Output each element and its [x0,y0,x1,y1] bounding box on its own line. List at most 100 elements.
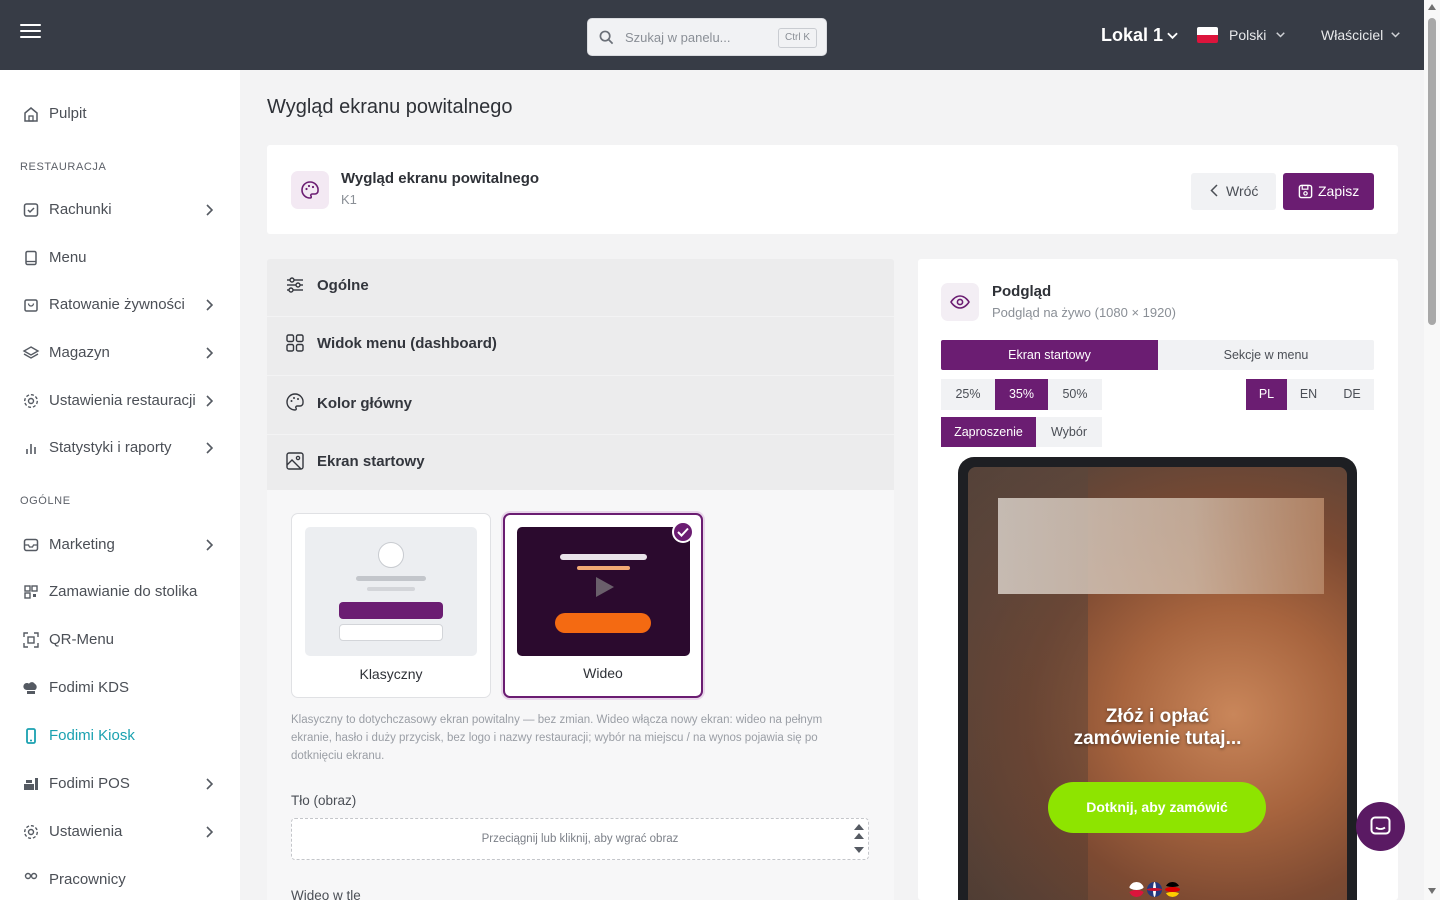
bg-image-label: Tło (obraz) [291,793,357,808]
tab-sekcje-w-menu[interactable]: Sekcje w menu [1158,340,1374,370]
kiosk-device-frame: Złóż i opłać zamówienie tutaj... Dotknij… [958,457,1357,900]
scrollbar-thumb[interactable] [1428,18,1436,325]
wideo-thumbnail [517,527,690,656]
palette-icon [301,181,319,199]
header-card-title: Wygląd ekranu powitalnego [341,170,540,187]
palette-icon [286,393,304,411]
sidebar-item-label: Rachunki [49,201,112,218]
grid-icon [286,334,304,352]
chevron-right-icon [206,395,213,407]
sidebar-item-ustawienia[interactable]: Ustawienia [0,812,240,852]
gear-icon [23,393,39,409]
save-icon [1298,184,1313,199]
layout-option-klasyczny[interactable]: Klasyczny [291,513,491,698]
poland-flag-icon[interactable] [1129,882,1144,897]
layout-option-label: Klasyczny [359,666,423,682]
sidebar-item-statystyki[interactable]: Statystyki i raporty [0,428,240,468]
chevron-down-icon [1276,32,1285,38]
users-icon [24,872,38,880]
bar-chart-icon [26,444,36,454]
lang-pl[interactable]: PL [1246,379,1287,410]
search-shortcut: Ctrl K [778,28,817,48]
sidebar-item-marketing[interactable]: Marketing [0,525,240,565]
location-selector[interactable]: Lokal 1 [1101,25,1163,46]
uk-flag-icon[interactable] [1147,882,1162,897]
section-ekran-startowy[interactable]: Ekran startowy [267,435,894,490]
section-label: Kolor główny [317,395,412,412]
sidebar-section-title: RESTAURACJA [20,161,107,173]
home-icon [24,107,38,122]
klasyczny-thumbnail [305,527,477,656]
header-card: Wygląd ekranu powitalnego K1 Wróć Zapisz [267,145,1398,234]
sidebar-item-menu[interactable]: Menu [0,238,240,278]
zoom-50[interactable]: 50% [1048,379,1102,410]
sidebar-item-pracownicy[interactable]: Pracownicy [0,860,240,900]
poland-flag-icon [1197,27,1218,43]
section-kolor-glowny[interactable]: Kolor główny [267,376,894,434]
section-widok-menu[interactable]: Widok menu (dashboard) [267,317,894,375]
sidebar-item-fodimi-kds[interactable]: Fodimi KDS [0,668,240,708]
layout-option-label: Wideo [583,665,623,681]
lang-en[interactable]: EN [1287,379,1330,410]
sidebar-item-magazyn[interactable]: Magazyn [0,333,240,373]
sliders-icon [287,277,303,293]
page-title: Wygląd ekranu powitalnego [267,96,513,118]
scroll-down-icon[interactable] [1428,888,1436,894]
chevron-right-icon [206,347,213,359]
scroll-up-icon[interactable] [1428,4,1436,10]
sidebar-item-fodimi-kiosk[interactable]: Fodimi Kiosk [0,716,240,756]
lang-de[interactable]: DE [1330,379,1374,410]
zoom-35[interactable]: 35% [995,379,1048,410]
bg-video-label: Wideo w tle [291,888,361,900]
back-button[interactable]: Wróć [1191,173,1276,210]
sidebar-item-ustawienia-restauracji[interactable]: Ustawienia restauracji [0,381,240,421]
kiosk-screen-preview[interactable]: Złóż i opłać zamówienie tutaj... Dotknij… [968,467,1347,900]
sidebar-item-zamawianie-do-stolika[interactable]: Zamawianie do stolika [0,572,240,612]
sidebar-item-qr-menu[interactable]: QR-Menu [0,620,240,660]
tab-ekran-startowy[interactable]: Ekran startowy [941,340,1158,370]
chef-hat-icon [23,682,37,694]
hamburger-menu-button[interactable] [14,20,46,48]
screen-headline: Złóż i opłać zamówienie tutaj... [1073,706,1242,749]
page-scrollbar[interactable] [1424,0,1440,900]
eye-icon [950,295,970,309]
sidebar-item-rachunki[interactable]: Rachunki [0,190,240,230]
layout-option-wideo[interactable]: Wideo [503,513,703,698]
preview-panel: Podgląd Podgląd na żywo (1080 × 1920) Ek… [918,259,1398,900]
bg-image-dropzone[interactable]: Przeciągnij lub kliknij, aby wgrać obraz [291,818,869,860]
sidebar-section-title: OGÓLNE [20,495,71,507]
germany-flag-icon[interactable] [1165,882,1180,897]
search-placeholder: Szukaj w panelu... [625,30,731,45]
mode-zaproszenie[interactable]: Zaproszenie [941,417,1036,447]
back-button-label: Wróć [1226,183,1259,199]
inbox-icon [23,538,39,552]
screen-cta-button[interactable]: Dotknij, aby zamówić [1048,782,1266,833]
kiosk-icon [26,728,36,744]
user-role-menu[interactable]: Właściciel [1321,27,1383,43]
eye-icon-box [941,283,979,321]
book-icon [25,250,37,266]
play-icon [596,577,614,597]
zoom-25[interactable]: 25% [941,379,995,410]
resize-handle-icon[interactable] [853,822,865,856]
sidebar-item-label: Magazyn [49,344,110,361]
top-bar: Szukaj w panelu... Ctrl K Lokal 1 Polski… [0,0,1424,70]
search-box[interactable]: Szukaj w panelu... Ctrl K [587,18,827,56]
sidebar-item-ratowanie-zywnosci[interactable]: Ratowanie żywności [0,285,240,325]
image-icon [286,452,304,470]
save-button[interactable]: Zapisz [1283,173,1374,210]
sidebar-item-pulpit[interactable]: Pulpit [0,94,240,134]
ekran-startowy-panel: Klasyczny Wideo Klasyczny to dotychczaso… [267,490,894,900]
language-selector[interactable]: Polski [1229,27,1266,43]
sidebar-item-fodimi-pos[interactable]: Fodimi POS [0,764,240,804]
gear-icon [23,824,39,840]
section-ogolne[interactable]: Ogólne [267,259,894,316]
mode-wybor[interactable]: Wybór [1036,417,1102,447]
qr-small-icon [24,585,38,599]
sidebar-item-label: QR-Menu [49,631,115,648]
chevron-right-icon [206,826,213,838]
layers-icon [22,346,40,359]
layout-description: Klasyczny to dotychczasowy ekran powital… [291,714,823,762]
dropzone-text: Przeciągnij lub kliknij, aby wgrać obraz [481,833,679,845]
chat-support-button[interactable] [1356,802,1405,851]
